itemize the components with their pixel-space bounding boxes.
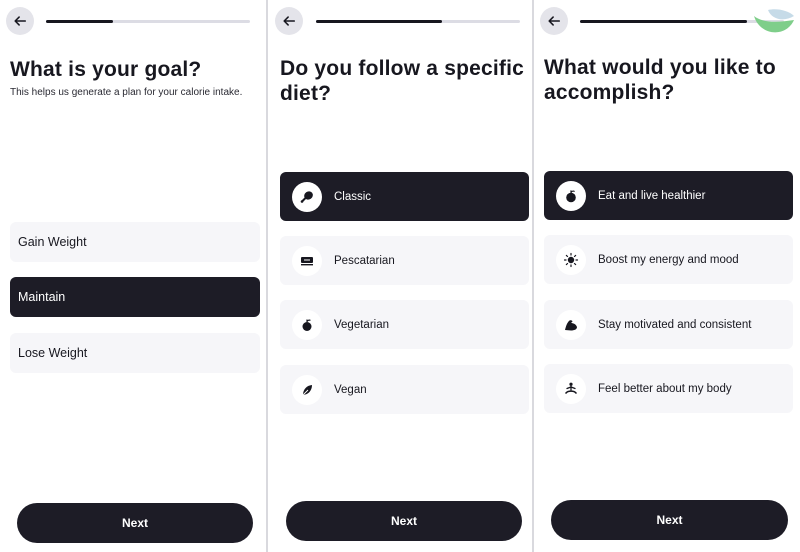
meditation-icon — [565, 382, 577, 394]
option-label: Stay motivated and consistent — [598, 318, 752, 331]
arrow-left-icon — [14, 16, 27, 26]
drumstick-icon — [300, 190, 313, 203]
option-eat-healthier[interactable]: Eat and live healthier — [544, 171, 793, 220]
page-title: What is your goal? — [10, 58, 202, 81]
option-lose-weight[interactable]: Lose Weight — [10, 333, 260, 373]
option-label: Boost my energy and mood — [598, 253, 739, 266]
progress-fill — [580, 20, 748, 23]
sun-icon — [563, 252, 579, 267]
option-stay-motivated[interactable]: Stay motivated and consistent — [544, 300, 793, 349]
option-vegan[interactable]: Vegan — [280, 365, 529, 414]
apple-icon — [302, 318, 312, 331]
page-title: Do you follow a specific diet? — [280, 57, 525, 105]
option-feel-better[interactable]: Feel better about my body — [544, 364, 793, 413]
option-pescatarian[interactable]: Pescatarian — [280, 236, 529, 285]
leaf-icon — [302, 384, 312, 395]
diet-screen: Do you follow a specific diet? Classic P… — [268, 0, 532, 552]
fish-icon — [301, 256, 313, 265]
option-classic[interactable]: Classic — [280, 172, 529, 221]
option-label: Pescatarian — [334, 254, 395, 267]
option-label: Lose Weight — [18, 346, 88, 360]
next-button[interactable]: Next — [286, 501, 522, 541]
back-button[interactable] — [275, 7, 303, 35]
back-button[interactable] — [540, 7, 568, 35]
option-label: Feel better about my body — [598, 382, 732, 395]
option-maintain[interactable]: Maintain — [10, 277, 260, 317]
progress-bar — [316, 20, 520, 23]
goal-screen: What is your goal? This helps us generat… — [0, 0, 266, 552]
option-label: Eat and live healthier — [598, 189, 706, 202]
option-label: Gain Weight — [18, 235, 87, 249]
back-button[interactable] — [6, 7, 34, 35]
option-boost-energy[interactable]: Boost my energy and mood — [544, 235, 793, 284]
progress-bar — [46, 20, 250, 23]
arrow-left-icon — [548, 16, 561, 26]
app-logo — [754, 9, 794, 33]
option-label: Maintain — [18, 290, 66, 304]
page-subtitle: This helps us generate a plan for your c… — [10, 87, 243, 98]
flexed-arm-icon — [565, 319, 577, 330]
apple-icon — [566, 189, 576, 202]
next-button[interactable]: Next — [17, 503, 253, 543]
option-gain-weight[interactable]: Gain Weight — [10, 222, 260, 262]
page-title: What would you like to accomplish? — [544, 56, 776, 104]
next-button[interactable]: Next — [551, 500, 788, 540]
progress-fill — [46, 20, 114, 23]
accomplish-screen: What would you like to accomplish? Eat a… — [534, 0, 800, 552]
option-label: Vegetarian — [334, 318, 389, 331]
option-label: Classic — [334, 190, 372, 203]
option-vegetarian[interactable]: Vegetarian — [280, 300, 529, 349]
progress-fill — [316, 20, 443, 23]
option-label: Vegan — [334, 383, 367, 396]
arrow-left-icon — [283, 16, 296, 26]
